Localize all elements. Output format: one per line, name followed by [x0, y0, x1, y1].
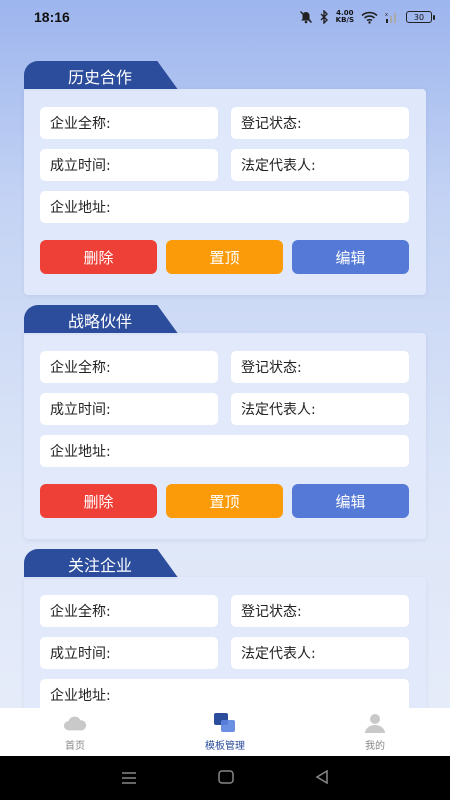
- company-name-field[interactable]: 企业全称:: [40, 595, 218, 627]
- pin-button[interactable]: 置顶: [166, 240, 283, 274]
- reg-status-field[interactable]: 登记状态:: [231, 595, 409, 627]
- card-title: 战略伙伴: [24, 305, 179, 335]
- menu-icon[interactable]: [121, 769, 137, 788]
- card-body: 企业全称: 登记状态: 成立时间: 法定代表人: 企业地址: 删除 置顶 编辑: [24, 89, 426, 295]
- company-name-field[interactable]: 企业全称:: [40, 107, 218, 139]
- card-title: 历史合作: [24, 61, 179, 91]
- legal-rep-field[interactable]: 法定代表人:: [231, 393, 409, 425]
- tab-templates[interactable]: 模板管理: [175, 712, 275, 752]
- status-time: 18:16: [34, 9, 70, 25]
- system-nav-bar: [0, 756, 450, 800]
- mute-icon: [299, 10, 313, 24]
- bottom-tab-bar: 首页 模板管理 我的: [0, 708, 450, 756]
- card-title: 关注企业: [24, 549, 179, 579]
- user-icon: [363, 712, 387, 734]
- wifi-icon: [361, 11, 378, 24]
- pin-button[interactable]: 置顶: [166, 484, 283, 518]
- delete-button[interactable]: 删除: [40, 240, 157, 274]
- card-list[interactable]: 历史合作 企业全称: 登记状态: 成立时间: 法定代表人: 企业地址: 删除 置…: [0, 34, 450, 708]
- svg-text:x: x: [385, 12, 388, 18]
- legal-rep-field[interactable]: 法定代表人:: [231, 149, 409, 181]
- address-field[interactable]: 企业地址:: [40, 191, 409, 223]
- found-date-field[interactable]: 成立时间:: [40, 393, 218, 425]
- layers-icon: [213, 712, 237, 734]
- card-followed: 关注企业 企业全称: 登记状态: 成立时间: 法定代表人: 企业地址:: [24, 549, 426, 708]
- found-date-field[interactable]: 成立时间:: [40, 637, 218, 669]
- battery-icon: 30: [406, 11, 435, 23]
- edit-button[interactable]: 编辑: [292, 484, 409, 518]
- status-icons: 4.00 KB/S x 30: [299, 10, 435, 24]
- tab-templates-label: 模板管理: [205, 741, 245, 752]
- legal-rep-field[interactable]: 法定代表人:: [231, 637, 409, 669]
- home-icon[interactable]: [218, 769, 234, 788]
- signal-icon: x: [385, 11, 399, 23]
- speed-unit: KB/S: [335, 16, 354, 24]
- card-partner: 战略伙伴 企业全称: 登记状态: 成立时间: 法定代表人: 企业地址: 删除 置…: [24, 305, 426, 545]
- tab-home-label: 首页: [65, 741, 85, 752]
- card-body: 企业全称: 登记状态: 成立时间: 法定代表人: 企业地址:: [24, 577, 426, 708]
- edit-button[interactable]: 编辑: [292, 240, 409, 274]
- back-icon[interactable]: [315, 769, 329, 788]
- company-name-field[interactable]: 企业全称:: [40, 351, 218, 383]
- bluetooth-icon: [320, 10, 329, 24]
- address-field[interactable]: 企业地址:: [40, 435, 409, 467]
- card-history: 历史合作 企业全称: 登记状态: 成立时间: 法定代表人: 企业地址: 删除 置…: [24, 61, 426, 301]
- tab-home[interactable]: 首页: [25, 712, 125, 752]
- card-body: 企业全称: 登记状态: 成立时间: 法定代表人: 企业地址: 删除 置顶 编辑: [24, 333, 426, 539]
- reg-status-field[interactable]: 登记状态:: [231, 351, 409, 383]
- reg-status-field[interactable]: 登记状态:: [231, 107, 409, 139]
- tab-mine-label: 我的: [365, 741, 385, 752]
- status-bar: 18:16 4.00 KB/S x 30: [0, 0, 450, 34]
- address-field[interactable]: 企业地址:: [40, 679, 409, 708]
- battery-level: 30: [413, 12, 425, 22]
- tab-mine[interactable]: 我的: [325, 712, 425, 752]
- network-speed: 4.00 KB/S: [336, 10, 354, 24]
- cloud-icon: [63, 712, 87, 734]
- delete-button[interactable]: 删除: [40, 484, 157, 518]
- found-date-field[interactable]: 成立时间:: [40, 149, 218, 181]
